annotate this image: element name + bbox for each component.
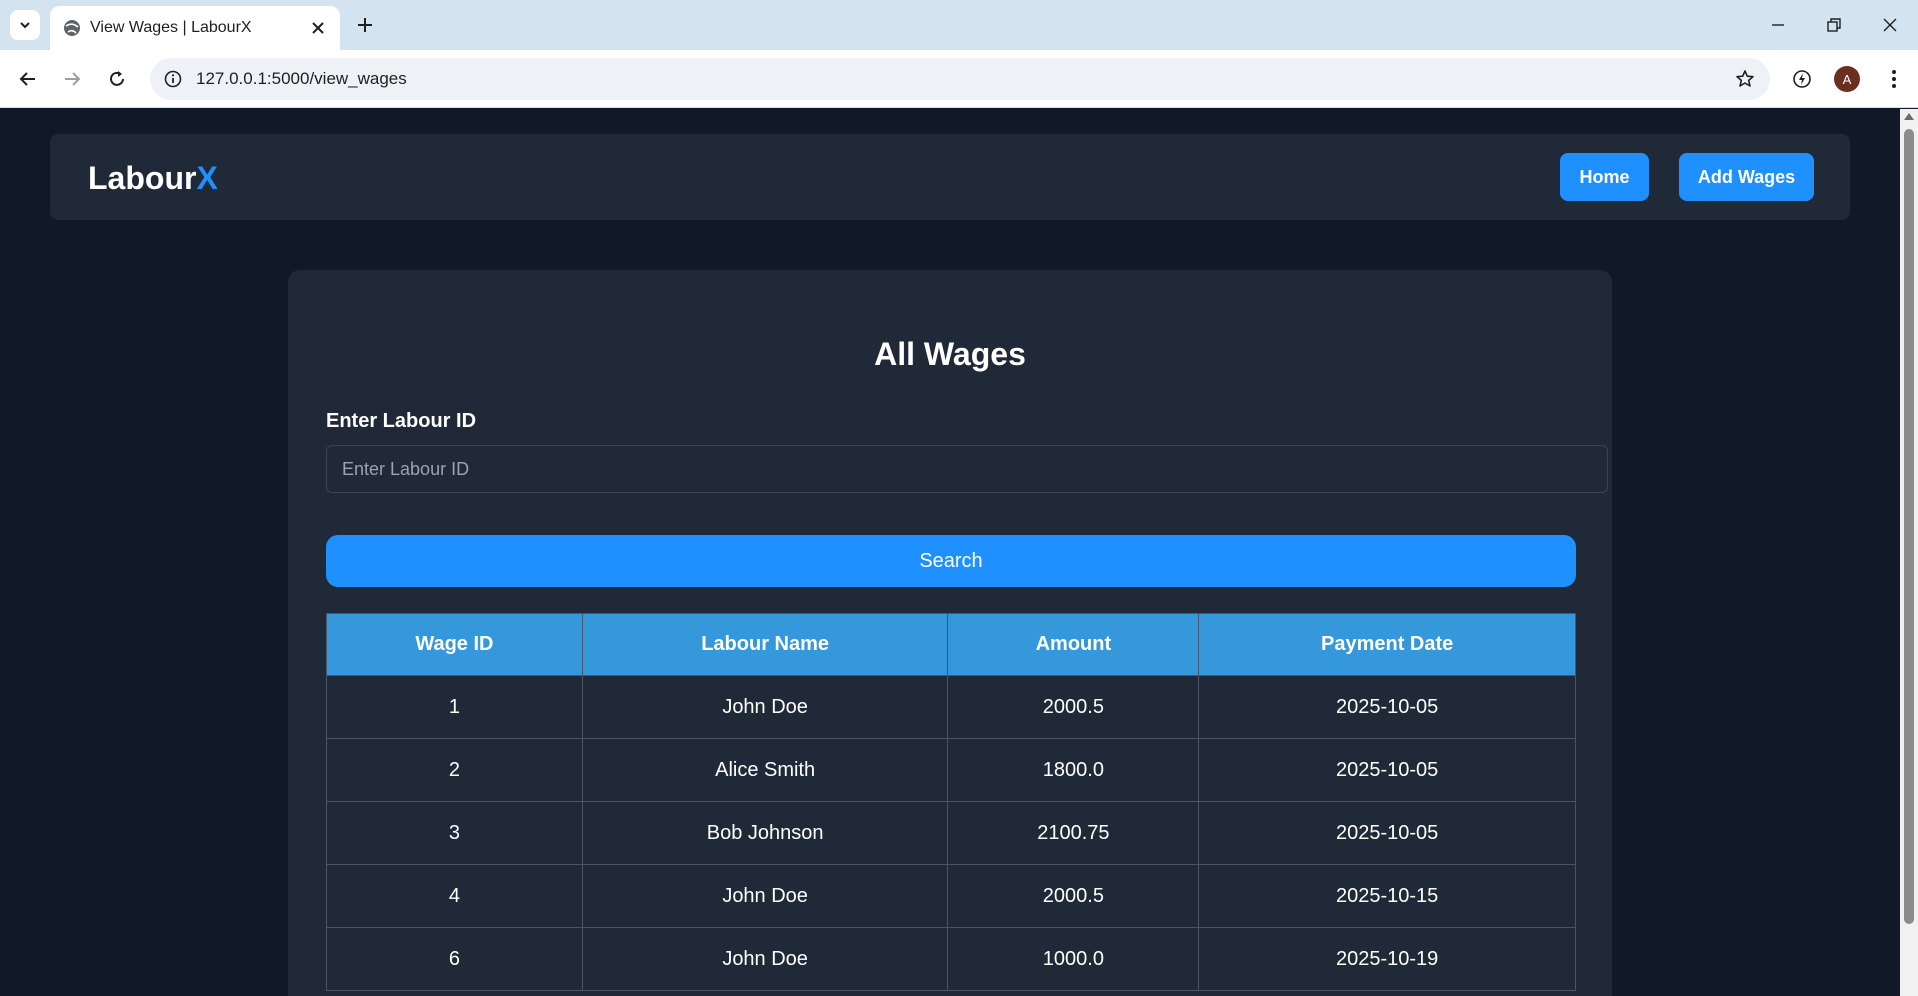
table-row: 2 Alice Smith 1800.0 2025-10-05 (326, 738, 1576, 802)
reload-icon (110, 71, 124, 86)
cell-labour-name: Alice Smith (581, 738, 949, 802)
table-row: 4 John Doe 2000.5 2025-10-15 (326, 864, 1576, 928)
cell-wage-id: 4 (326, 864, 583, 928)
column-header-payment-date: Payment Date (1198, 613, 1576, 676)
table-row: 3 Bob Johnson 2100.75 2025-10-05 (326, 801, 1576, 865)
cell-amount: 2000.5 (947, 675, 1200, 739)
browser-tab[interactable]: View Wages | LabourX (50, 6, 340, 50)
site-navbar: LabourX Home Add Wages (50, 134, 1850, 220)
address-bar[interactable]: 127.0.0.1:5000/view_wages (150, 58, 1770, 100)
cell-payment-date: 2025-10-19 (1198, 927, 1576, 991)
chevron-down-icon (20, 22, 30, 29)
cell-amount: 2000.5 (947, 864, 1200, 928)
cell-wage-id: 1 (326, 675, 583, 739)
wages-card: All Wages Enter Labour ID Search Wage ID… (288, 270, 1612, 996)
table-row: 6 John Doe 1000.0 2025-10-19 (326, 927, 1576, 991)
bookmark-button[interactable] (1732, 66, 1758, 92)
cell-wage-id: 2 (326, 738, 583, 802)
plus-icon (358, 18, 372, 32)
tab-search-button[interactable] (10, 10, 40, 40)
site-info-button[interactable] (160, 66, 186, 92)
add-wages-link[interactable]: Add Wages (1679, 153, 1814, 201)
more-vertical-icon (1892, 70, 1896, 88)
cell-wage-id: 3 (326, 801, 583, 865)
cell-payment-date: 2025-10-05 (1198, 675, 1576, 739)
forward-button[interactable] (57, 64, 87, 94)
profile-avatar[interactable]: A (1834, 66, 1860, 92)
page-title: All Wages (874, 336, 1026, 372)
close-icon (1883, 18, 1897, 32)
cell-amount: 1000.0 (947, 927, 1200, 991)
restore-icon (1827, 18, 1841, 32)
cell-payment-date: 2025-10-05 (1198, 801, 1576, 865)
search-button[interactable]: Search (326, 535, 1576, 587)
cell-labour-name: Bob Johnson (581, 801, 949, 865)
cell-amount: 1800.0 (947, 738, 1200, 802)
browser-menu-button[interactable] (1879, 64, 1909, 94)
table-row: 1 John Doe 2000.5 2025-10-05 (326, 675, 1576, 739)
labour-id-label: Enter Labour ID (326, 410, 477, 432)
new-tab-button[interactable] (352, 12, 378, 38)
minimize-icon (1772, 24, 1784, 26)
wages-table: Wage ID Labour Name Amount Payment Date … (326, 613, 1576, 991)
arrow-left-icon (19, 72, 35, 86)
column-header-wage-id: Wage ID (326, 613, 583, 676)
cell-wage-id: 6 (326, 927, 583, 991)
cell-labour-name: John Doe (581, 927, 949, 991)
close-icon (312, 22, 324, 34)
brand-main: Labour (88, 160, 197, 196)
scrollbar-thumb[interactable] (1904, 129, 1914, 924)
tab-close-button[interactable] (306, 16, 330, 40)
cell-payment-date: 2025-10-05 (1198, 738, 1576, 802)
page-scrollbar[interactable] (1900, 109, 1918, 996)
minimize-button[interactable] (1758, 10, 1798, 40)
back-button[interactable] (13, 64, 43, 94)
table-header-row: Wage ID Labour Name Amount Payment Date (326, 613, 1576, 676)
page-viewport: LabourX Home Add Wages All Wages Enter L… (0, 109, 1900, 996)
brand-accent: X (196, 160, 218, 196)
browser-tab-bar: View Wages | LabourX (0, 0, 1918, 50)
url-text: 127.0.0.1:5000/view_wages (196, 69, 407, 88)
cell-labour-name: John Doe (581, 675, 949, 739)
column-header-amount: Amount (947, 613, 1200, 676)
labour-id-input[interactable] (326, 445, 1608, 493)
brand-logo[interactable]: LabourX (88, 160, 218, 197)
home-link[interactable]: Home (1560, 153, 1649, 201)
reload-button[interactable] (102, 64, 132, 94)
scroll-up-arrow-icon[interactable] (1904, 113, 1914, 120)
extensions-button[interactable] (1787, 64, 1817, 94)
info-icon (164, 70, 182, 88)
cell-labour-name: John Doe (581, 864, 949, 928)
performance-icon (1793, 70, 1811, 88)
restore-button[interactable] (1814, 10, 1854, 40)
cell-payment-date: 2025-10-15 (1198, 864, 1576, 928)
window-close-button[interactable] (1870, 10, 1910, 40)
column-header-labour-name: Labour Name (581, 613, 949, 676)
tab-title: View Wages | LabourX (90, 19, 252, 36)
cell-amount: 2100.75 (947, 801, 1200, 865)
star-icon (1736, 70, 1754, 87)
arrow-right-icon (65, 72, 81, 86)
browser-toolbar: 127.0.0.1:5000/view_wages (0, 50, 1918, 108)
globe-icon (64, 20, 80, 36)
